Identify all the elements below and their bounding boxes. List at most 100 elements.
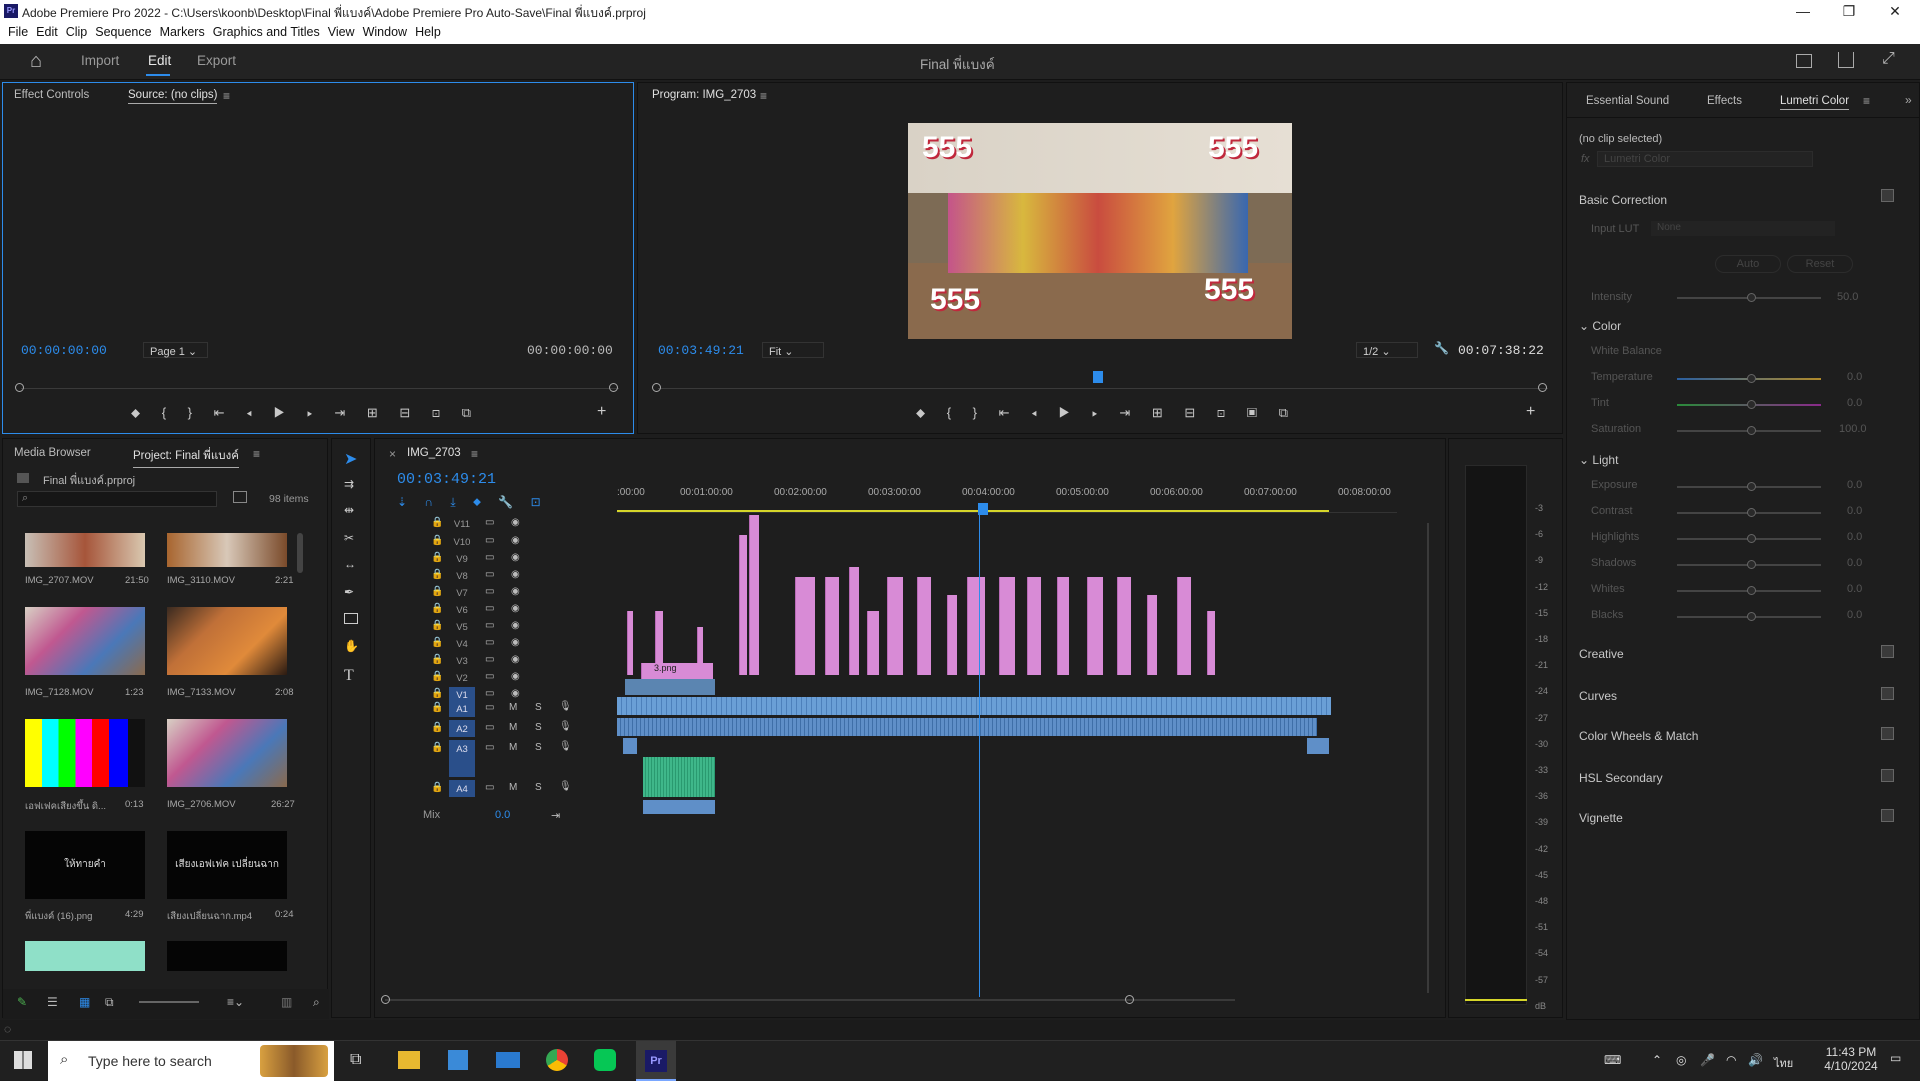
timeline-ruler[interactable]: :00:00 00:01:00:00 00:02:00:00 00:03:00:…: [617, 483, 1397, 513]
lock-icon[interactable]: 🔒: [431, 637, 443, 648]
solo-button[interactable]: S: [535, 702, 542, 713]
source-transport-controls[interactable]: ⬥ { } ⇤ ◂ ▶ ▸ ⇥ ⊞ ⊟ ⊡ ⧉: [131, 405, 471, 421]
timeline-playhead-handle[interactable]: [978, 503, 988, 515]
notification-icon[interactable]: ▭: [1890, 1051, 1901, 1065]
thumbnail-black[interactable]: [167, 941, 287, 971]
eye-icon[interactable]: ◉: [511, 671, 520, 682]
close-sequence-icon[interactable]: ×: [389, 447, 396, 461]
saturation-knob[interactable]: [1747, 426, 1756, 435]
track-label[interactable]: V4: [449, 636, 475, 652]
minimize-button[interactable]: —: [1780, 0, 1826, 22]
lock-icon[interactable]: 🔒: [431, 535, 443, 546]
menu-markers[interactable]: Markers: [160, 25, 205, 39]
voiceover-mic-icon[interactable]: 🎙: [559, 741, 572, 752]
pencil-icon[interactable]: ✎: [17, 995, 27, 1009]
film-icon[interactable]: ▭: [485, 722, 494, 733]
source-add-button-icon[interactable]: +: [597, 403, 606, 421]
source-ruler[interactable]: [21, 388, 619, 389]
video-clip[interactable]: [1027, 577, 1041, 675]
lock-icon[interactable]: 🔒: [431, 688, 443, 699]
menu-sequence[interactable]: Sequence: [95, 25, 151, 39]
program-playhead[interactable]: [1093, 371, 1103, 383]
eye-icon[interactable]: ◉: [511, 620, 520, 631]
blacks-knob[interactable]: [1747, 612, 1756, 621]
close-button[interactable]: ✕: [1872, 0, 1918, 22]
thumbnail-img7133[interactable]: [167, 607, 287, 675]
audio-track-header[interactable]: 🔒 A2 ▭ M S 🎙: [375, 719, 617, 739]
eye-icon[interactable]: ◉: [511, 517, 520, 528]
audio-track-header[interactable]: 🔒 A3 ▭ M S 🎙: [375, 739, 617, 779]
thumbnail-img7128[interactable]: [25, 607, 145, 675]
store-icon[interactable]: [448, 1050, 468, 1070]
whites-value[interactable]: 0.0: [1847, 583, 1862, 595]
selection-tool-icon[interactable]: ➤: [344, 449, 357, 469]
eye-icon[interactable]: ◉: [511, 586, 520, 597]
video-clip[interactable]: [697, 627, 703, 663]
creative-checkbox[interactable]: [1881, 645, 1894, 658]
eye-icon[interactable]: ◉: [511, 654, 520, 665]
mix-nav-icon[interactable]: ⇥: [551, 809, 560, 822]
tab-media-browser[interactable]: Media Browser: [14, 447, 91, 459]
video-clip[interactable]: [825, 577, 839, 675]
color-wheels-section[interactable]: Color Wheels & Match: [1579, 729, 1698, 743]
track-area[interactable]: 3.png: [617, 515, 1397, 815]
video-clip[interactable]: [655, 611, 663, 663]
tab-effect-controls[interactable]: Effect Controls: [14, 89, 89, 101]
blacks-value[interactable]: 0.0: [1847, 609, 1862, 621]
maximize-button[interactable]: ❐: [1826, 0, 1872, 22]
new-bin-icon[interactable]: [233, 491, 247, 503]
tab-sequence[interactable]: IMG_2703: [407, 447, 461, 459]
timeline-v-scrollbar[interactable]: [1427, 523, 1429, 993]
pen-tool-icon[interactable]: ✒: [344, 585, 354, 599]
hand-tool-icon[interactable]: ✋: [344, 639, 359, 653]
keyboard-icon[interactable]: ⌨: [1604, 1053, 1621, 1067]
shadows-value[interactable]: 0.0: [1847, 557, 1862, 569]
eye-icon[interactable]: ◉: [511, 637, 520, 648]
panel-menu-icon[interactable]: ≡: [223, 89, 230, 103]
file-explorer-icon[interactable]: [398, 1051, 420, 1069]
track-label[interactable]: V5: [449, 619, 475, 635]
mute-button[interactable]: M: [509, 782, 517, 793]
razor-tool-icon[interactable]: ✂: [344, 531, 354, 545]
lock-icon[interactable]: 🔒: [431, 671, 443, 682]
curves-checkbox[interactable]: [1881, 687, 1894, 700]
eye-icon[interactable]: ◉: [511, 569, 520, 580]
microphone-icon[interactable]: 🎤: [1700, 1053, 1715, 1067]
solo-button[interactable]: S: [535, 722, 542, 733]
home-icon[interactable]: ⌂: [30, 50, 42, 73]
film-icon[interactable]: ▭: [485, 586, 494, 597]
mix-value[interactable]: 0.0: [495, 809, 510, 821]
lock-icon[interactable]: 🔒: [431, 569, 443, 580]
share-icon[interactable]: [1838, 52, 1854, 68]
menu-view[interactable]: View: [328, 25, 355, 39]
video-clip[interactable]: [887, 577, 903, 675]
language-indicator[interactable]: ไทย: [1774, 1054, 1793, 1072]
menu-edit[interactable]: Edit: [36, 25, 58, 39]
source-zoom-right-handle[interactable]: [609, 383, 618, 392]
ripple-edit-tool-icon[interactable]: ⇹: [344, 503, 354, 517]
video-clip[interactable]: [795, 577, 815, 675]
h-scroll-left-handle[interactable]: [381, 995, 390, 1004]
lock-icon[interactable]: 🔒: [431, 620, 443, 631]
a1-clip[interactable]: [617, 718, 1317, 736]
curves-section[interactable]: Curves: [1579, 689, 1617, 703]
voiceover-mic-icon[interactable]: 🎙: [559, 781, 572, 792]
start-icon[interactable]: [14, 1051, 32, 1069]
video-clip[interactable]: [739, 535, 747, 675]
a2-clip[interactable]: [1307, 738, 1329, 754]
input-lut-select[interactable]: None: [1651, 221, 1835, 236]
film-icon[interactable]: ▭: [485, 742, 494, 753]
track-label[interactable]: V9: [449, 551, 475, 567]
work-area-bar[interactable]: [617, 510, 1329, 512]
lock-icon[interactable]: 🔒: [431, 586, 443, 597]
a4-audio-clip[interactable]: [643, 800, 715, 814]
video-clip[interactable]: [917, 577, 931, 675]
program-timecode[interactable]: 00:03:49:21: [658, 343, 744, 358]
lock-icon[interactable]: 🔒: [431, 722, 443, 733]
track-label[interactable]: V10: [449, 534, 475, 550]
creative-section[interactable]: Creative: [1579, 647, 1624, 661]
video-clip[interactable]: [1207, 611, 1215, 675]
track-label[interactable]: A2: [449, 720, 475, 737]
light-section-header[interactable]: ⌄ Light: [1579, 453, 1618, 467]
lock-icon[interactable]: 🔒: [431, 742, 443, 753]
